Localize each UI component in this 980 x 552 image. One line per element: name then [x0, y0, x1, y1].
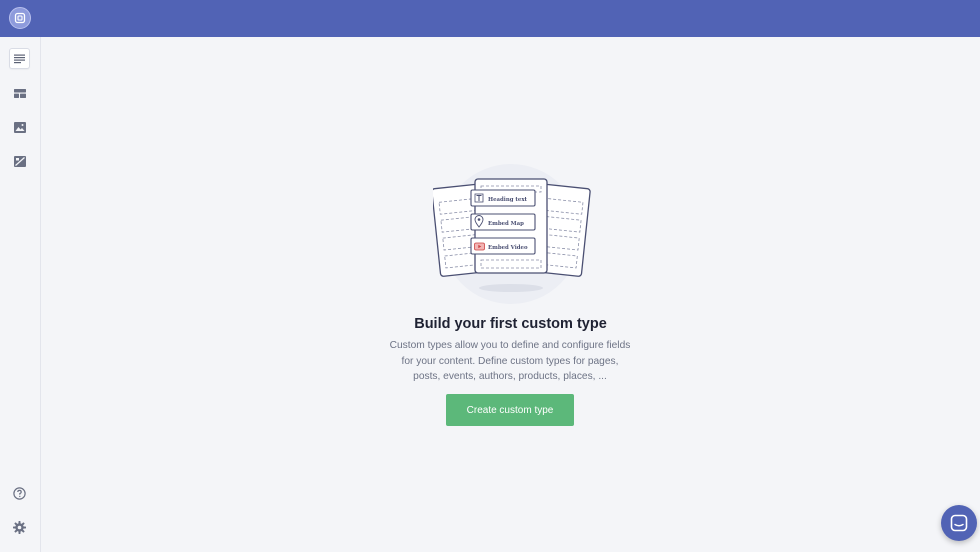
sidebar [0, 0, 41, 552]
video-play-icon [474, 242, 485, 251]
slices-icon [13, 89, 26, 98]
description-line: Custom types allow you to define and con… [389, 340, 631, 351]
sidebar-item-help[interactable] [9, 483, 30, 504]
repository-logo-icon[interactable] [9, 7, 31, 29]
description-line: posts, events, authors, products, places… [413, 371, 607, 382]
field-heading-text: Heading text [488, 197, 528, 203]
empty-state-title: Build your first custom type [414, 316, 607, 332]
sidebar-item-custom-types[interactable] [9, 48, 30, 69]
sidebar-item-media[interactable] [9, 117, 30, 138]
field-embed-video: Embed Video [488, 245, 528, 251]
sidebar-item-gallery[interactable] [9, 151, 30, 172]
image-gallery-icon [13, 156, 26, 167]
field-embed-map: Embed Map [488, 221, 524, 227]
chat-launcher-button[interactable] [941, 505, 977, 541]
sidebar-item-settings[interactable] [9, 517, 30, 538]
logo-area [0, 0, 41, 37]
custom-types-icon [14, 54, 25, 63]
image-icon [13, 122, 26, 133]
top-bar [41, 0, 980, 37]
chat-icon [950, 514, 968, 532]
custom-type-illustration: Heading text Embed Map Embed Video [431, 164, 593, 304]
main-content: Heading text Embed Map Embed Video Build… [41, 37, 980, 552]
settings-icon [13, 521, 26, 534]
help-icon [13, 487, 26, 500]
create-custom-type-button[interactable]: Create custom type [446, 394, 574, 426]
sidebar-item-slices[interactable] [9, 83, 30, 104]
description-line: for your content. Define custom types fo… [401, 355, 619, 367]
empty-state-description: Custom types allow you to define and con… [380, 338, 640, 385]
